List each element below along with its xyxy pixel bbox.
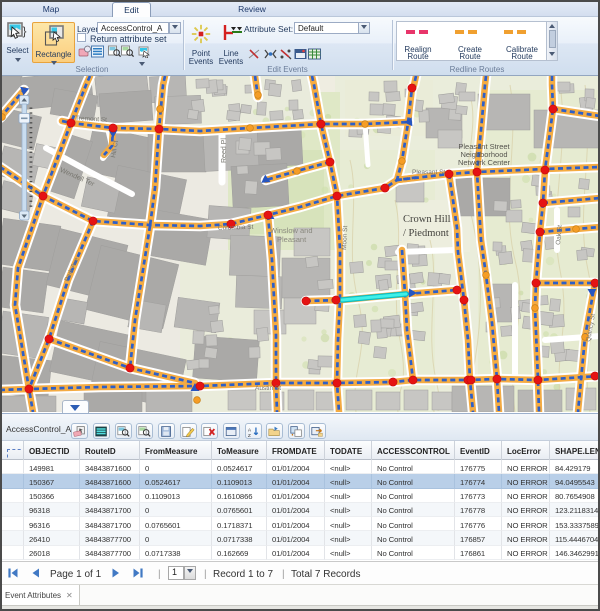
- svg-text:Reed Pl: Reed Pl: [221, 138, 228, 163]
- svg-text:Austin St: Austin St: [255, 385, 281, 392]
- svg-text:Crown Hill: Crown Hill: [403, 214, 451, 225]
- svg-text:}: }: [22, 24, 26, 38]
- svg-text:Winslow and: Winslow and: [270, 226, 313, 235]
- svg-text:A: A: [248, 428, 252, 434]
- svg-text:Columbia St: Columbia St: [218, 224, 254, 232]
- svg-text:Pleasant: Pleasant: [277, 235, 307, 244]
- svg-text:Z: Z: [248, 433, 251, 438]
- svg-text:Pleasant St: Pleasant St: [412, 169, 445, 176]
- svg-text:/ Piedmont: / Piedmont: [403, 228, 449, 239]
- svg-text:Moon St: Moon St: [341, 225, 349, 250]
- svg-text:Network Center: Network Center: [458, 158, 511, 167]
